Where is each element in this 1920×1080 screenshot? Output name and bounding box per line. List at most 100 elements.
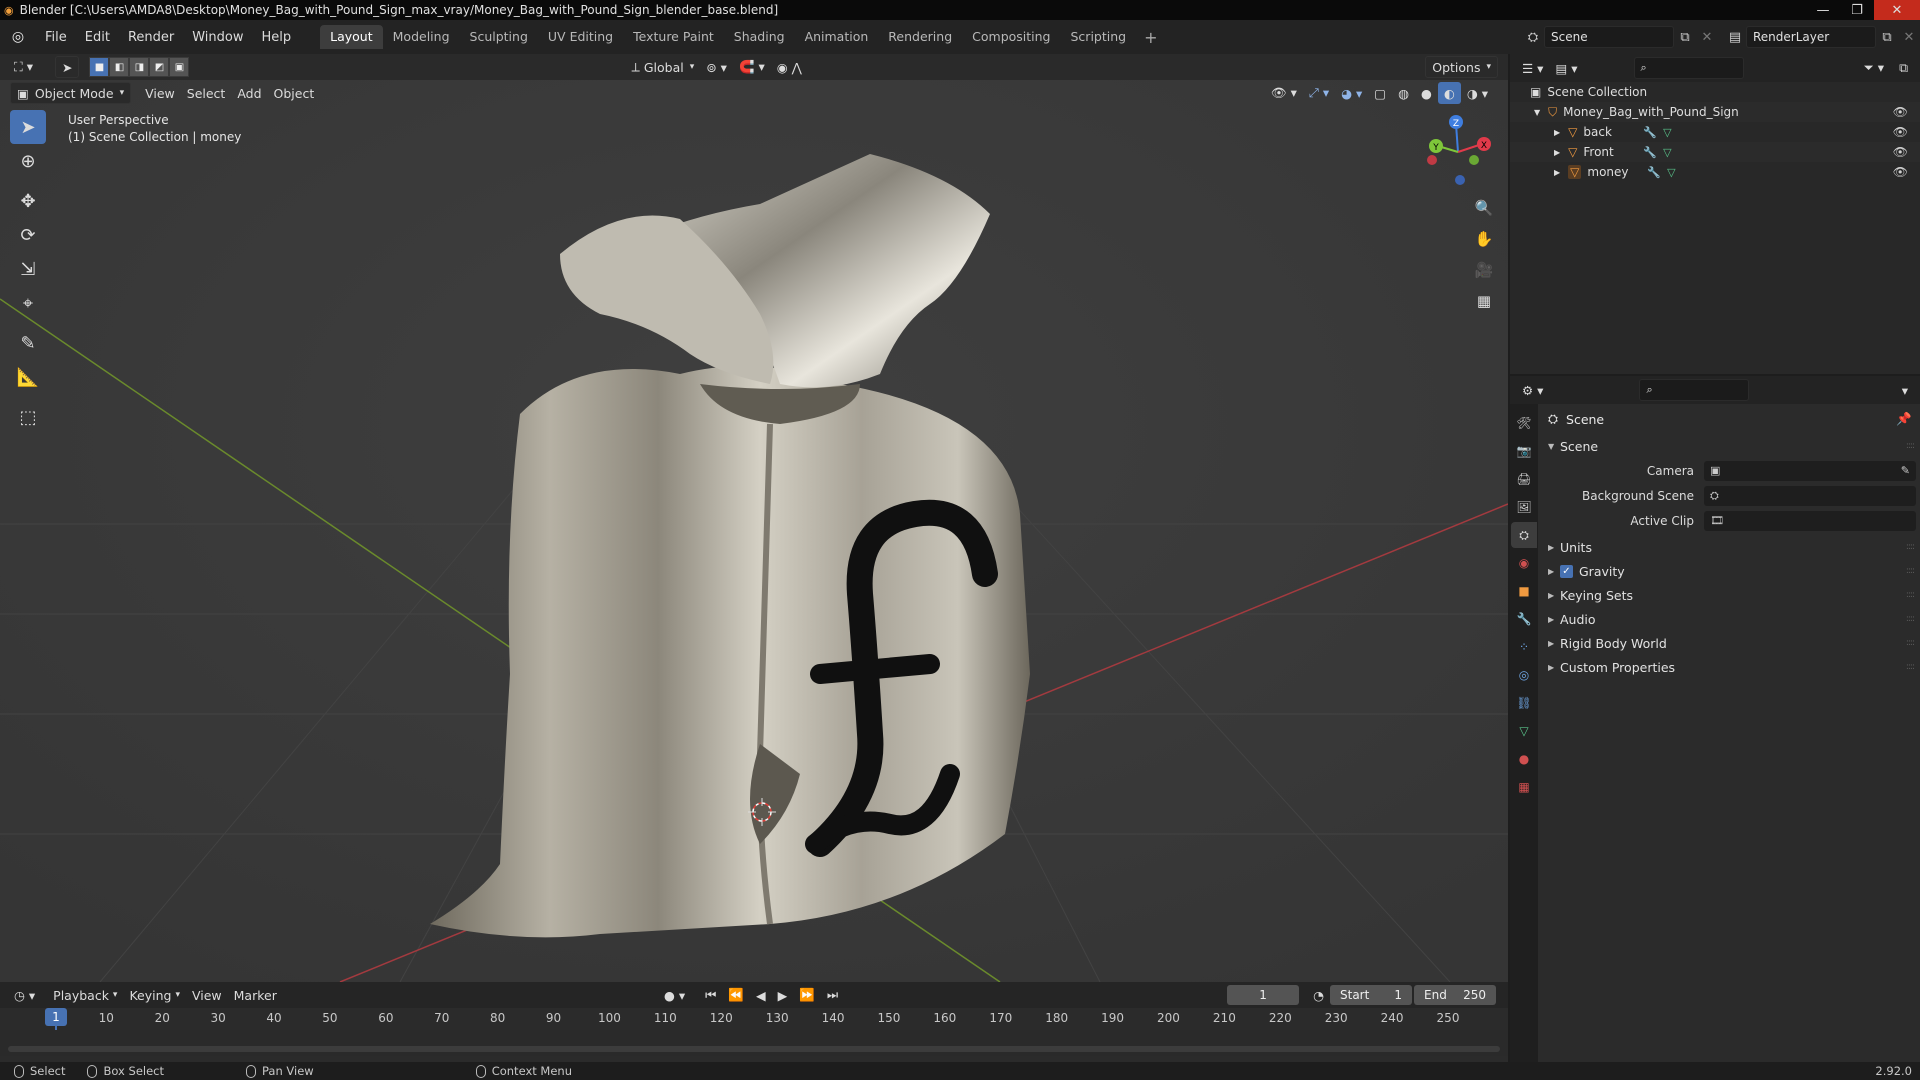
options-dropdown[interactable]: Options ▾ [1425, 56, 1498, 78]
tab-animation[interactable]: Animation [795, 25, 879, 49]
render-tab-icon[interactable]: 📷 [1511, 438, 1537, 464]
timeline-menu-playback[interactable]: Playback ▾ [47, 984, 123, 1006]
drag-handle-icon[interactable]: :::: [1906, 542, 1915, 552]
viewport-menu-view[interactable]: View [139, 82, 181, 104]
visibility-eye-icon[interactable]: 👁 [1893, 105, 1908, 119]
select-new-icon[interactable]: ■ [89, 57, 110, 77]
expand-right-icon[interactable]: ▶ [1554, 148, 1560, 157]
drag-handle-icon[interactable]: :::: [1906, 590, 1915, 600]
measure-tool-icon[interactable]: 📐 [10, 360, 46, 394]
outliner-editor-type-icon[interactable]: ☰ ▾ [1516, 57, 1549, 79]
render-layer-field[interactable]: RenderLayer [1746, 26, 1876, 48]
particles-tab-icon[interactable]: ⁘ [1511, 634, 1537, 660]
playhead[interactable]: 1 [45, 1008, 67, 1026]
close-button[interactable]: ✕ [1874, 0, 1920, 20]
modifier-wrench-icon[interactable]: 🔧 [1643, 146, 1657, 159]
menu-file[interactable]: File [36, 30, 76, 45]
texture-tab-icon[interactable]: ▦ [1511, 774, 1537, 800]
panel-units[interactable]: ▶ Units :::: [1538, 535, 1920, 559]
expand-down-icon[interactable]: ▼ [1534, 108, 1540, 117]
tab-texture-paint[interactable]: Texture Paint [623, 25, 724, 49]
panel-rigid-body-world[interactable]: ▶ Rigid Body World :::: [1538, 631, 1920, 655]
drag-handle-icon[interactable]: :::: [1906, 566, 1915, 576]
panel-custom-properties[interactable]: ▶ Custom Properties :::: [1538, 655, 1920, 679]
overlay-toggle-icon[interactable]: ◕ ▾ [1335, 82, 1368, 104]
delete-scene-icon[interactable]: ✕ [1696, 26, 1718, 48]
blender-menu-icon[interactable]: ◎ [8, 27, 28, 47]
tab-rendering[interactable]: Rendering [878, 25, 962, 49]
transform-tool-icon[interactable]: ⌖ [10, 286, 46, 320]
menu-help[interactable]: Help [253, 30, 301, 45]
xray-toggle-icon[interactable]: ▢ [1368, 82, 1392, 104]
modifier-tab-icon[interactable]: 🔧 [1511, 606, 1537, 632]
restore-button[interactable]: ❐ [1840, 0, 1874, 20]
play-reverse-icon[interactable]: ◀ [750, 984, 772, 1006]
tab-sculpting[interactable]: Sculpting [460, 25, 538, 49]
data-tab-icon[interactable]: ▽ [1511, 718, 1537, 744]
outliner-row-collection[interactable]: ▼ ⛉ Money_Bag_with_Pound_Sign 👁 [1510, 102, 1920, 122]
shading-material-icon[interactable]: ◐ [1437, 82, 1461, 104]
tool-tab-icon[interactable]: 🛠 [1511, 410, 1537, 436]
expand-right-icon[interactable]: ▶ [1554, 128, 1560, 137]
jump-keyframe-back-icon[interactable]: ⏪ [722, 984, 750, 1006]
minimize-button[interactable]: — [1806, 0, 1840, 20]
move-tool-icon[interactable]: ✥ [10, 184, 46, 218]
new-scene-icon[interactable]: ⧉ [1674, 26, 1696, 48]
expand-right-icon[interactable]: ▶ [1554, 168, 1560, 177]
transform-orientation-dropdown[interactable]: ⟂ Global ▾ [625, 56, 700, 78]
drag-handle-icon[interactable]: :::: [1906, 662, 1915, 672]
mesh-data-icon[interactable]: ▽ [1663, 126, 1671, 139]
drag-handle-icon[interactable]: :::: [1906, 441, 1915, 451]
mesh-data-icon[interactable]: ▽ [1667, 166, 1675, 179]
timeline-track[interactable] [0, 1030, 1508, 1056]
gravity-checkbox[interactable]: ✓ [1560, 564, 1573, 578]
annotate-tool-icon[interactable]: ✎ [10, 326, 46, 360]
select-extend-icon[interactable]: ◧ [109, 57, 130, 77]
filter-icon[interactable]: ⏷ ▾ [1858, 57, 1890, 79]
timeline-editor-type-icon[interactable]: ◷ ▾ [8, 984, 41, 1006]
properties-options-icon[interactable]: ▾ [1896, 379, 1914, 401]
output-tab-icon[interactable]: 🖨 [1511, 466, 1537, 492]
snap-toggle[interactable]: 🧲 ▾ [733, 56, 771, 78]
mesh-data-icon[interactable]: ▽ [1663, 146, 1671, 159]
shading-wireframe-icon[interactable]: ◍ [1392, 82, 1415, 104]
drag-handle-icon[interactable]: :::: [1906, 614, 1915, 624]
drag-handle-icon[interactable]: :::: [1906, 638, 1915, 648]
jump-start-icon[interactable]: ⏮ [699, 984, 722, 1006]
3d-viewport[interactable]: ⛶ ▾ ➤ ■ ◧ ◨ ◩ ▣ ⟂ Global ▾ ⊚ ▾ 🧲 ▾ ◉ ⋀ O… [0, 54, 1508, 982]
timeline-menu-keying[interactable]: Keying ▾ [123, 984, 186, 1006]
modifier-wrench-icon[interactable]: 🔧 [1643, 126, 1657, 139]
zoom-icon[interactable]: 🔍 [1470, 194, 1498, 222]
camera-field[interactable]: ▣ ✎ [1704, 460, 1916, 481]
background-scene-field[interactable]: ⛭ [1704, 485, 1916, 506]
outliner-row-object[interactable]: ▶ ▽ money 🔧 ▽ 👁 [1510, 162, 1920, 182]
visibility-eye-icon[interactable]: 👁 [1893, 145, 1908, 159]
panel-keying-sets[interactable]: ▶ Keying Sets :::: [1538, 583, 1920, 607]
panel-audio[interactable]: ▶ Audio :::: [1538, 607, 1920, 631]
preview-range-icon[interactable]: ◔ [1307, 984, 1330, 1006]
shading-rendered-icon[interactable]: ◑ ▾ [1461, 82, 1494, 104]
outliner-row-object[interactable]: ▶ ▽ Front 🔧 ▽ 👁 [1510, 142, 1920, 162]
outliner-row-scene-collection[interactable]: ▣ Scene Collection [1510, 82, 1920, 102]
world-tab-icon[interactable]: ◉ [1511, 550, 1537, 576]
visibility-eye-icon[interactable]: 👁 [1893, 165, 1908, 179]
viewport-menu-add[interactable]: Add [231, 82, 267, 104]
timeline-menu-view[interactable]: View [186, 984, 228, 1006]
neg-x-handle[interactable] [1427, 155, 1437, 165]
tab-scripting[interactable]: Scripting [1061, 25, 1137, 49]
physics-tab-icon[interactable]: ◎ [1511, 662, 1537, 688]
delete-view-layer-icon[interactable]: ✕ [1898, 26, 1920, 48]
visibility-eye-icon[interactable]: 👁 [1893, 125, 1908, 139]
tab-uv-editing[interactable]: UV Editing [538, 25, 623, 49]
display-mode-icon[interactable]: ▤ ▾ [1549, 57, 1583, 79]
object-tab-icon[interactable]: ■ [1511, 578, 1537, 604]
panel-gravity[interactable]: ▶ ✓ Gravity :::: [1538, 559, 1920, 583]
gizmo-toggle-icon[interactable]: ⤢ ▾ [1303, 82, 1335, 104]
visibility-icon[interactable]: 👁 ▾ [1265, 82, 1303, 104]
timeline-ruler[interactable]: 10 20 30 40 50 60 70 80 90 100 110 120 130 140 150 160 1… [0, 1008, 1508, 1054]
select-intersect-icon[interactable]: ▣ [169, 57, 190, 77]
view-layer-icon[interactable]: ▤ [1724, 26, 1746, 48]
mode-dropdown[interactable]: ▣ Object Mode ▾ [10, 82, 132, 104]
proportional-edit-toggle[interactable]: ◉ ⋀ [771, 56, 808, 78]
menu-window[interactable]: Window [183, 30, 252, 45]
